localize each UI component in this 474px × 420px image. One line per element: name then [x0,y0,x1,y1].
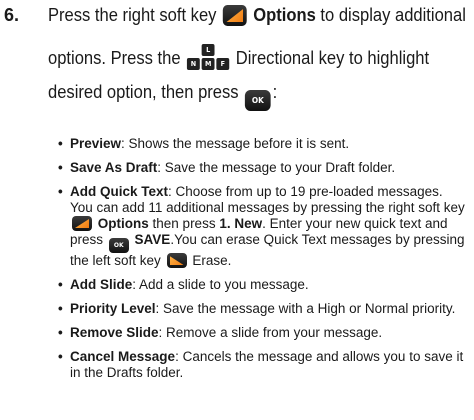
ok-key-icon: OK [245,90,271,111]
option-title: Save As Draft [70,160,158,175]
option-title: Cancel Message [70,349,176,364]
dpad-down-label: M [201,58,215,70]
option-title: Remove Slide [70,325,159,340]
dpad-right-label: F [216,58,230,70]
option-text: : Save the message with a High or Normal… [155,301,456,316]
option-text: : Remove a slide from your message. [158,325,383,340]
step-text: Press the right soft key [48,5,217,25]
step-line-1: Press the right soft key Options to disp… [48,5,466,26]
option-text: then press [152,216,216,231]
option-text: : Save the message to your Draft folder. [157,160,396,175]
dpad-up-label: L [201,44,215,56]
step-text: desired option, then press [48,82,239,102]
step-text: to display additional [320,5,466,25]
option-title: Preview [70,136,122,151]
directional-key-icon: L N M F [187,44,230,70]
step-line-3: desired option, then press OK: [48,82,277,111]
list-item: Preview: Shows the message before it is … [58,136,468,152]
options-label: Options [253,5,316,25]
option-text: Erase. [192,253,232,268]
new-label: 1. New [219,216,263,231]
list-item: Remove Slide: Remove a slide from your m… [58,325,468,341]
step-text: Directional key to highlight [235,48,430,68]
list-item: Add Slide: Add a slide to you message. [58,277,468,293]
right-soft-key-icon [222,5,247,26]
option-text: : Shows the message before it is sent. [121,136,350,151]
list-item: Save As Draft: Save the message to your … [58,160,468,176]
options-list: Preview: Shows the message before it is … [58,136,468,389]
option-title: Add Quick Text [70,184,169,199]
options-label: Options [97,216,149,231]
list-item: Priority Level: Save the message with a … [58,301,468,317]
option-title: Priority Level [70,301,156,316]
list-item: Cancel Message: Cancels the message and … [58,349,468,381]
option-title: Add Slide [70,277,133,292]
left-soft-key-icon [166,253,187,268]
right-soft-key-icon [72,216,92,231]
save-label: SAVE [134,232,171,247]
step-number: 6. [4,5,20,25]
list-item: Add Quick Text: Choose from up to 19 pre… [58,184,468,269]
step-text: options. Press the [48,48,181,68]
ok-key-icon: OK [108,238,129,253]
option-text: .You can erase Quick Text messages by pr… [70,232,465,268]
dpad-left-label: N [187,58,200,70]
option-text: : Add a slide to you message. [132,277,309,292]
step-text: : [272,82,278,102]
step-line-2: options. Press the L N M F Directional k… [48,44,429,70]
